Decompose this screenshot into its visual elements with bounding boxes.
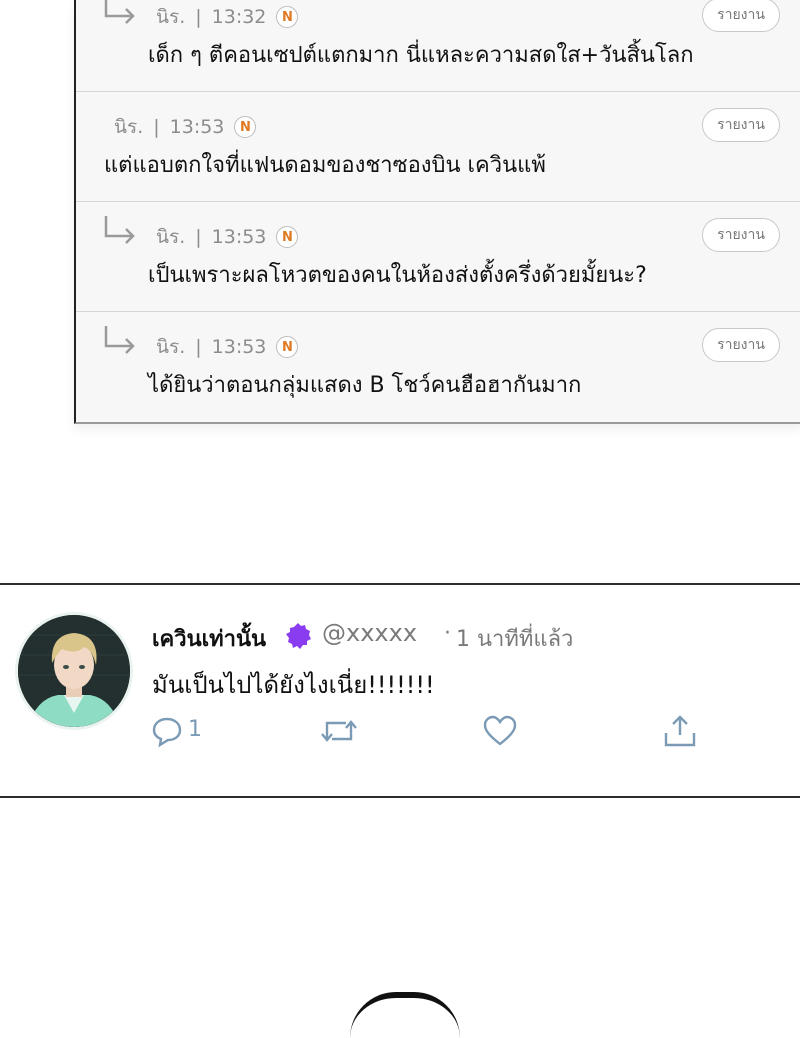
bottom-decoration [350, 992, 460, 1038]
comment-text: เด็ก ๆ ตีคอนเซปต์แตกมาก นี่แหละความสดใส+… [148, 43, 694, 68]
report-button[interactable]: รายงาน [702, 328, 780, 362]
comment-time: 13:53 [211, 336, 267, 358]
comment-item: นิร. | 13:53 N รายงาน แต่แอบตกใจที่แฟนดอ… [76, 92, 800, 202]
avatar[interactable] [18, 615, 130, 727]
reply-arrow-icon [104, 326, 135, 354]
reply-icon[interactable] [150, 713, 184, 749]
meta-dot: · [444, 621, 451, 646]
meta-separator: | [153, 116, 160, 138]
heart-icon[interactable] [482, 713, 518, 749]
comment-time: 13:53 [211, 226, 267, 248]
comment-panel: นิร. | 13:32 N รายงาน เด็ก ๆ ตีคอนเซปต์แ… [74, 0, 800, 424]
new-badge: N [234, 116, 257, 138]
tweet-display-name[interactable]: เควินเท่านั้น [152, 621, 266, 656]
comment-time: 13:32 [211, 6, 267, 28]
comment-author: นิร. [156, 6, 186, 28]
new-badge: N [276, 6, 299, 28]
comment-meta: นิร. | 13:32 N [156, 4, 299, 30]
comment-author: นิร. [114, 116, 144, 138]
report-button[interactable]: รายงาน [702, 218, 780, 252]
new-badge: N [276, 226, 299, 248]
tweet-card: เควินเท่านั้น @xxxxx · 1 นาทีที่แล้ว มัน… [0, 583, 800, 798]
share-icon[interactable] [662, 713, 698, 749]
reply-count: 1 [188, 717, 202, 742]
comment-item: นิร. | 13:53 N รายงาน ได้ยินว่าตอนกลุ่มแ… [76, 312, 800, 422]
comment-meta: นิร. | 13:53 N [114, 114, 257, 140]
comment-item: นิร. | 13:53 N รายงาน เป็นเพราะผลโหวตของ… [76, 202, 800, 312]
comment-meta: นิร. | 13:53 N [156, 224, 299, 250]
comment-meta: นิร. | 13:53 N [156, 334, 299, 360]
comment-item: นิร. | 13:32 N รายงาน เด็ก ๆ ตีคอนเซปต์แ… [76, 0, 800, 92]
comment-text: ได้ยินว่าตอนกลุ่มแสดง B โชว์คนฮือฮากันมา… [148, 373, 582, 398]
comment-time: 13:53 [169, 116, 225, 138]
tweet-handle[interactable]: @xxxxx [322, 619, 417, 647]
comment-text: เป็นเพราะผลโหวตของคนในห้องส่งตั้งครึ่งด้… [148, 263, 647, 288]
retweet-icon[interactable] [318, 713, 360, 749]
new-badge: N [276, 336, 299, 358]
tweet-time[interactable]: 1 นาทีที่แล้ว [456, 621, 573, 656]
reply-arrow-icon [104, 0, 135, 24]
report-button[interactable]: รายงาน [702, 108, 780, 142]
report-button[interactable]: รายงาน [702, 0, 780, 32]
comment-author: นิร. [156, 336, 186, 358]
comment-text: แต่แอบตกใจที่แฟนดอมของชาซองบิน เควินแพ้ [104, 153, 546, 178]
comment-author: นิร. [156, 226, 186, 248]
avatar-illustration [18, 615, 130, 727]
meta-separator: | [195, 226, 202, 248]
reply-arrow-icon [104, 216, 135, 244]
meta-separator: | [195, 6, 202, 28]
tweet-body: มันเป็นไปได้ยังไงเนี่ย!!!!!!! [152, 671, 435, 699]
meta-separator: | [195, 336, 202, 358]
verified-badge-icon [286, 623, 311, 649]
